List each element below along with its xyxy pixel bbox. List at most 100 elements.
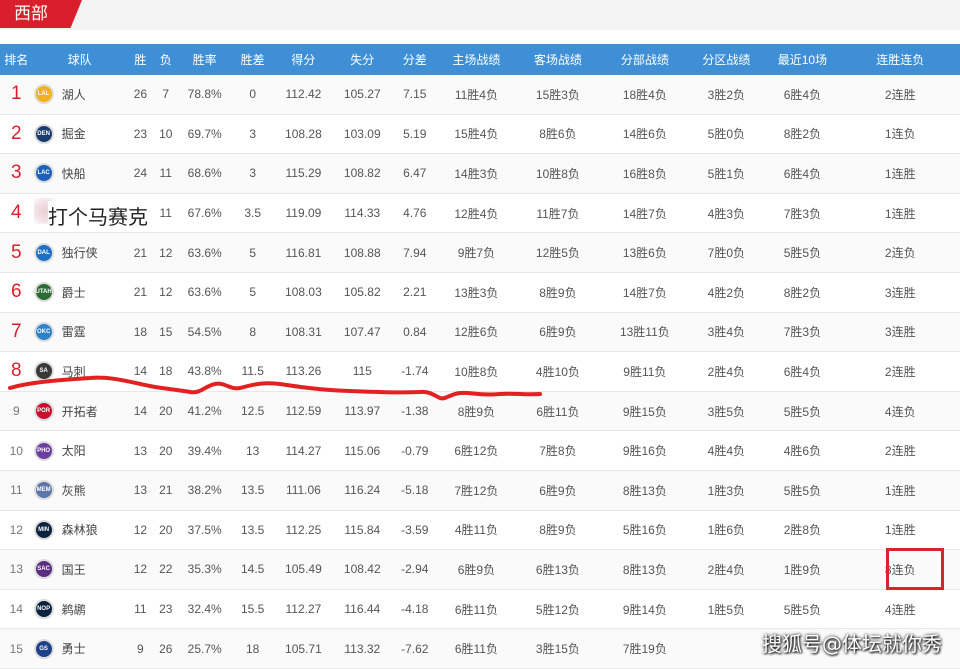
division-record-cell: 16胜8负 <box>622 166 667 181</box>
team-name[interactable]: 湖人 <box>62 86 86 103</box>
gb-cell: 0 <box>249 87 257 102</box>
home-record-cell: 7胜12负 <box>454 483 499 498</box>
header-diff: 分差 <box>402 53 427 67</box>
table-row[interactable]: 1 LAL 湖人 26 7 78.8% 0 112.42 105.27 7.15 11胜4负 15胜3… <box>0 75 960 115</box>
streak-cell: 4连胜 <box>884 602 916 617</box>
losses-cell: 21 <box>159 483 173 498</box>
team-cell[interactable]: MEM 灰熊 <box>33 480 127 501</box>
table-row[interactable]: 6 UTAH 爵士 21 12 63.6% 5 108.03 105.82 2.21 13胜3负 8胜… <box>0 273 960 313</box>
diff-cell: -2.94 <box>401 562 429 577</box>
streak-cell: 2连负 <box>884 246 916 261</box>
team-name[interactable]: 鹈鹕 <box>62 601 86 618</box>
team-name[interactable]: 勇士 <box>62 640 86 657</box>
losses-cell: 15 <box>159 324 173 339</box>
team-cell[interactable]: DEN 掘金 <box>33 123 127 144</box>
team-cell[interactable]: OKC 雷霆 <box>33 321 127 342</box>
away-record-cell: 12胜5负 <box>535 246 580 261</box>
conference-record-cell: 3胜2负 <box>707 87 746 102</box>
away-record-cell: 11胜7负 <box>536 206 580 221</box>
team-cell[interactable]: GS 勇士 <box>33 638 127 659</box>
gb-cell: 13.5 <box>241 522 265 537</box>
table-row[interactable]: 11 MEM 灰熊 13 21 38.2% 13.5 111.06 116.24 -5.18 7胜1… <box>0 470 960 511</box>
table-row[interactable]: 10 PHO 太阳 13 20 39.4% 13 114.27 115.06 -0.79 6胜12负… <box>0 431 960 471</box>
conference-record-cell: 2胜4负 <box>707 562 746 577</box>
pct-cell: 35.3% <box>187 562 222 577</box>
division-record-cell: 18胜4负 <box>622 87 667 102</box>
annotation-text: 打个马赛克 <box>48 201 152 230</box>
points-against-cell: 107.47 <box>343 324 381 339</box>
points-against-cell: 116.44 <box>344 602 381 617</box>
team-name[interactable]: 独行侠 <box>62 244 98 261</box>
team-name[interactable]: 掘金 <box>62 125 86 142</box>
conference-record-cell: 3胜5负 <box>707 404 746 419</box>
last10-cell: 6胜4负 <box>783 364 822 379</box>
team-name[interactable]: 爵士 <box>62 284 86 301</box>
streak-cell: 2连胜 <box>884 364 916 379</box>
points-against-cell: 108.42 <box>343 562 381 577</box>
wins-cell: 26 <box>133 87 148 102</box>
team-logo-icon: PHO <box>33 440 54 461</box>
rank-cell: 4 <box>11 202 22 224</box>
header-losses: 负 <box>159 53 172 67</box>
home-record-cell: 6胜11负 <box>454 642 498 657</box>
rank-cell: 3 <box>11 162 22 184</box>
diff-cell: -0.79 <box>401 443 429 458</box>
table-row[interactable]: 13 SAC 国王 12 22 35.3% 14.5 105.49 108.42 -2.94 6胜9… <box>0 550 960 590</box>
team-cell[interactable]: LAC 快船 <box>33 163 127 184</box>
gb-cell: 3 <box>249 166 257 181</box>
wins-cell: 9 <box>137 641 144 656</box>
streak-cell: 2连胜 <box>884 444 916 459</box>
team-cell[interactable]: UTAH 爵士 <box>33 282 127 303</box>
points-against-cell: 115.84 <box>344 522 381 537</box>
team-cell[interactable]: PHO 太阳 <box>33 440 127 461</box>
last10-cell: 7胜3负 <box>783 206 822 221</box>
home-record-cell: 14胜3负 <box>454 166 499 181</box>
diff-cell: -5.18 <box>401 483 429 498</box>
table-row[interactable]: 12 MIN 森林狼 12 20 37.5% 13.5 112.25 115.84 -3.59 4胜… <box>0 511 960 551</box>
team-name[interactable]: 太阳 <box>62 442 86 459</box>
away-record-cell: 5胜12负 <box>535 602 580 617</box>
rank-cell: 14 <box>9 602 23 617</box>
team-name[interactable]: 国王 <box>62 561 86 578</box>
losses-cell: 12 <box>159 245 173 260</box>
team-cell[interactable]: SAC 国王 <box>33 559 127 580</box>
table-row[interactable]: 14 NOP 鹈鹕 11 23 32.4% 15.5 112.27 116.44 -4.18 6胜1… <box>0 590 960 630</box>
wins-cell: 11 <box>134 602 147 617</box>
points-against-cell: 105.27 <box>343 87 381 102</box>
gb-cell: 13.5 <box>241 483 265 498</box>
team-name[interactable]: 雷霆 <box>62 323 86 340</box>
pct-cell: 38.2% <box>187 483 222 498</box>
conference-record-cell: 5胜1负 <box>707 166 746 181</box>
diff-cell: 0.84 <box>403 324 427 339</box>
team-logo-icon: MEM <box>33 480 54 501</box>
away-record-cell: 8胜9负 <box>539 285 577 300</box>
losses-cell: 7 <box>162 87 170 102</box>
gb-cell: 3 <box>249 126 257 141</box>
table-row[interactable]: 5 DAL 独行侠 21 12 63.6% 5 116.81 108.88 7.94 9胜7负 12胜… <box>0 233 960 273</box>
points-for-cell: 111.06 <box>285 483 321 498</box>
team-cell[interactable]: DAL 独行侠 <box>33 242 127 263</box>
table-row[interactable]: 2 DEN 掘金 23 10 69.7% 3 108.28 103.09 5.19 15胜4负 8胜6… <box>0 115 960 155</box>
team-cell[interactable]: MIN 森林狼 <box>33 519 127 540</box>
pct-cell: 54.5% <box>187 324 222 339</box>
team-cell[interactable]: NOP 鹈鹕 <box>33 599 127 620</box>
pct-cell: 32.4% <box>187 602 222 617</box>
team-cell[interactable]: LAL 湖人 <box>33 84 127 105</box>
last10-cell: 4胜6负 <box>783 444 822 459</box>
points-for-cell: 108.31 <box>285 324 322 339</box>
table-row[interactable]: 3 LAC 快船 24 11 68.6% 3 115.29 108.82 6.47 14胜3负 10胜… <box>0 154 960 194</box>
table-row[interactable]: 7 OKC 雷霆 18 15 54.5% 8 108.31 107.47 0.84 12胜6负 6胜9… <box>0 312 960 353</box>
losses-cell: 22 <box>159 562 173 577</box>
watermark: 搜狐号@体坛就你秀 <box>762 632 942 656</box>
header-points-for: 得分 <box>291 53 316 67</box>
conference-tab-west[interactable]: 西部 <box>0 0 82 28</box>
team-name[interactable]: 森林狼 <box>62 521 98 538</box>
header-away: 客场战绩 <box>533 53 582 67</box>
streak-cell: 1连胜 <box>884 483 916 498</box>
pct-cell: 78.8% <box>187 87 222 102</box>
last10-cell: 5胜5负 <box>783 404 822 419</box>
last10-cell: 5胜5负 <box>783 246 822 261</box>
points-for-cell: 105.71 <box>285 641 322 656</box>
team-name[interactable]: 快船 <box>62 165 86 182</box>
team-name[interactable]: 灰熊 <box>62 482 86 499</box>
